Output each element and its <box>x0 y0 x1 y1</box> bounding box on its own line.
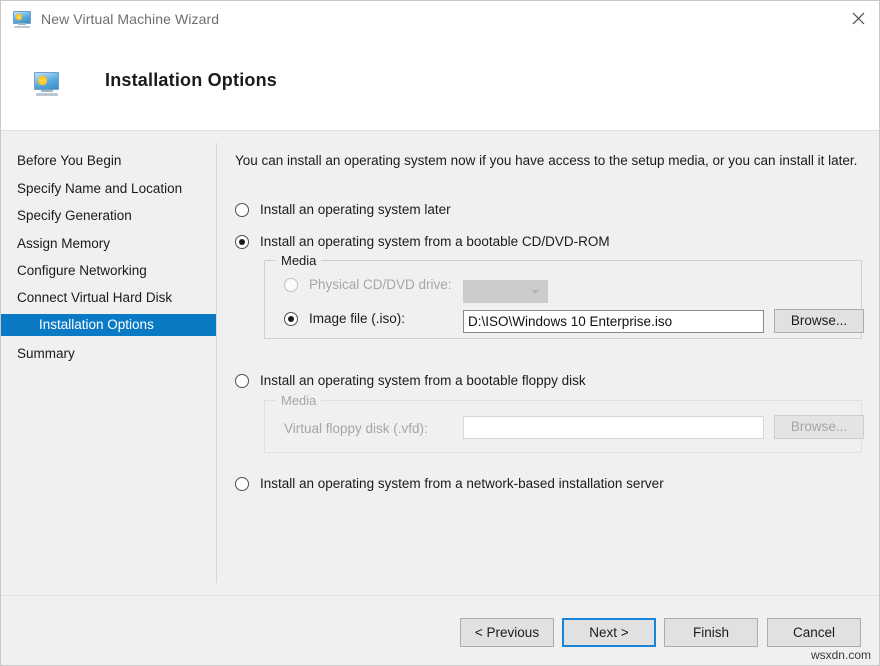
sidebar-item-installation-options[interactable]: Installation Options <box>1 314 216 336</box>
radio-indicator <box>235 374 249 388</box>
sidebar-item-assign-memory[interactable]: Assign Memory <box>1 233 216 255</box>
browse-vfd-button[interactable]: Browse... <box>774 415 864 439</box>
finish-button[interactable]: Finish <box>664 618 758 647</box>
page-title: Installation Options <box>105 70 277 91</box>
radio-install-from-network-label: Install an operating system from a netwo… <box>260 476 664 492</box>
radio-physical-cd-dvd-drive[interactable]: Physical CD/DVD drive: <box>284 277 452 292</box>
virtual-floppy-disk-label: Virtual floppy disk (.vfd): <box>284 421 428 436</box>
physical-cd-dvd-drive-label: Physical CD/DVD drive: <box>309 277 452 292</box>
radio-install-from-floppy[interactable]: Install an operating system from a boota… <box>235 373 586 389</box>
monitor-icon <box>34 71 59 96</box>
radio-install-later-label: Install an operating system later <box>260 202 451 218</box>
sidebar-item-summary[interactable]: Summary <box>1 343 216 365</box>
browse-iso-button[interactable]: Browse... <box>774 309 864 333</box>
window-title: New Virtual Machine Wizard <box>41 11 219 27</box>
radio-install-from-cd-dvd[interactable]: Install an operating system from a boota… <box>235 234 610 250</box>
chevron-down-icon <box>531 290 539 294</box>
radio-indicator <box>284 312 298 326</box>
main-content: You can install an operating system now … <box>217 132 880 595</box>
monitor-icon <box>13 10 31 28</box>
radio-indicator <box>235 203 249 217</box>
next-button[interactable]: Next > <box>562 618 656 647</box>
radio-indicator <box>235 477 249 491</box>
virtual-floppy-disk-input[interactable] <box>463 416 764 439</box>
floppy-media-group: Media Virtual floppy disk (.vfd): Browse… <box>264 400 862 453</box>
sidebar-item-configure-networking[interactable]: Configure Networking <box>1 260 216 282</box>
radio-install-later[interactable]: Install an operating system later <box>235 202 451 218</box>
radio-indicator <box>235 235 249 249</box>
sidebar-item-specify-name-location[interactable]: Specify Name and Location <box>1 178 216 200</box>
watermark: wsxdn.com <box>811 648 871 662</box>
sidebar-item-specify-generation[interactable]: Specify Generation <box>1 205 216 227</box>
sidebar-item-before-you-begin[interactable]: Before You Begin <box>1 150 216 172</box>
physical-cd-dvd-drive-select[interactable] <box>463 280 548 303</box>
previous-button[interactable]: < Previous <box>460 618 554 647</box>
virtual-floppy-disk-row: Virtual floppy disk (.vfd): <box>284 421 428 436</box>
page-header: Installation Options <box>1 37 880 131</box>
cd-media-group: Media Physical CD/DVD drive: Image file … <box>264 260 862 339</box>
image-file-input[interactable]: D:\ISO\Windows 10 Enterprise.iso <box>463 310 764 333</box>
radio-image-file[interactable]: Image file (.iso): <box>284 311 405 326</box>
floppy-media-group-title: Media <box>276 393 321 408</box>
new-virtual-machine-wizard-window: New Virtual Machine Wizard Installation … <box>0 0 880 666</box>
radio-install-from-floppy-label: Install an operating system from a boota… <box>260 373 586 389</box>
cancel-button[interactable]: Cancel <box>767 618 861 647</box>
image-file-label: Image file (.iso): <box>309 311 405 326</box>
footer-bar: < Previous Next > Finish Cancel wsxdn.co… <box>1 596 880 666</box>
title-bar: New Virtual Machine Wizard <box>1 1 880 37</box>
wizard-step-nav: Before You Begin Specify Name and Locati… <box>1 132 216 595</box>
intro-text: You can install an operating system now … <box>235 151 863 170</box>
radio-install-from-cd-dvd-label: Install an operating system from a boota… <box>260 234 610 250</box>
sidebar-item-connect-virtual-hard-disk[interactable]: Connect Virtual Hard Disk <box>1 287 216 309</box>
close-icon[interactable] <box>835 1 880 35</box>
radio-indicator <box>284 278 298 292</box>
radio-install-from-network[interactable]: Install an operating system from a netwo… <box>235 476 664 492</box>
cd-media-group-title: Media <box>276 253 321 268</box>
